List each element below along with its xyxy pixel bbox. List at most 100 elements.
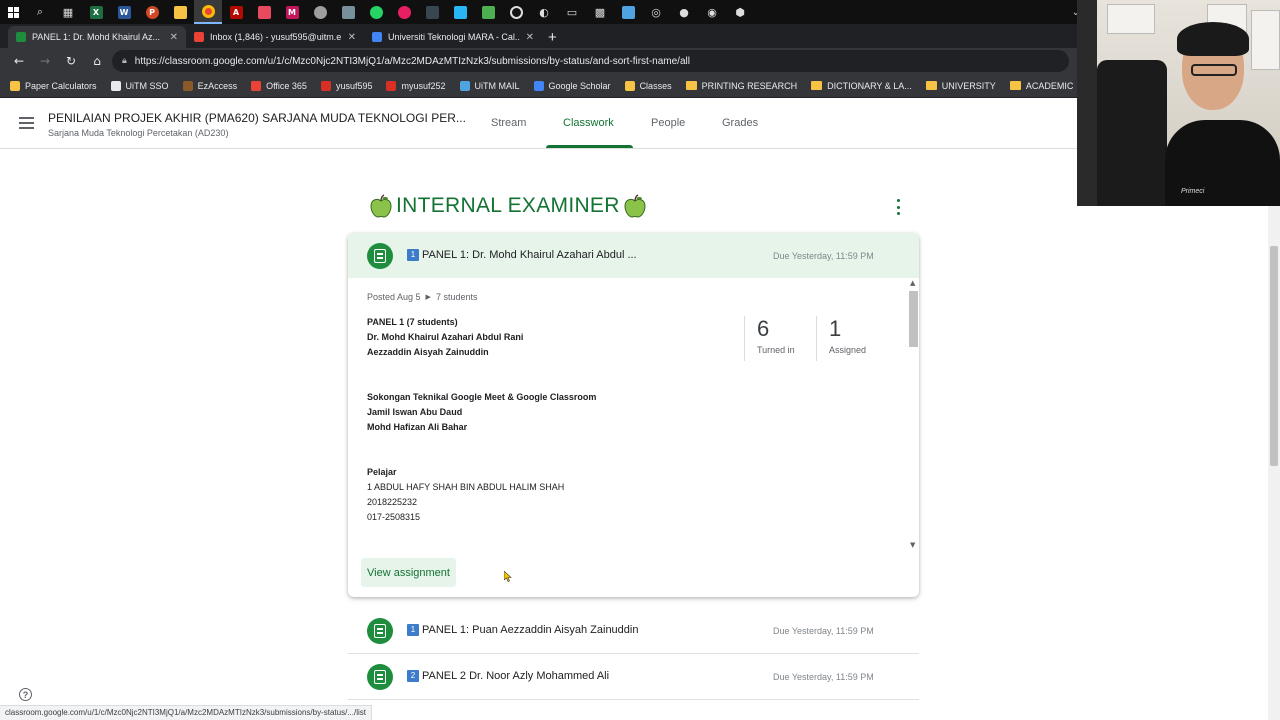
number-badge: 2 — [407, 670, 419, 682]
scroll-down-icon[interactable]: ▼ — [910, 541, 915, 549]
new-tab-button[interactable]: + — [548, 29, 557, 46]
mouse-cursor-icon — [504, 571, 512, 582]
app-icon-2[interactable]: M — [278, 0, 306, 24]
tab-people[interactable]: People — [651, 117, 685, 129]
bookmark-item[interactable]: EzAccess — [182, 80, 237, 91]
bookmark-label: myusuf252 — [401, 80, 446, 91]
excel-icon[interactable]: X — [82, 0, 110, 24]
browser-tab-classroom[interactable]: PANEL 1: Dr. Mohd Khairul Az... ✕ — [8, 26, 186, 48]
app-icon-5[interactable] — [390, 0, 418, 24]
tab-stream[interactable]: Stream — [491, 117, 526, 129]
topic-more-options-icon[interactable] — [894, 199, 902, 215]
assignment-row[interactable]: 1 PANEL 1: Puan Aezzaddin Aisyah Zainuddi… — [348, 608, 919, 654]
app-icon-9[interactable]: ◐ — [530, 0, 558, 24]
scroll-up-icon[interactable]: ▲ — [910, 279, 915, 287]
assignment-title[interactable]: 2 PANEL 2 Dr. Noor Azly Mohammed Ali — [407, 670, 609, 682]
page-scrollbar[interactable] — [1268, 206, 1280, 720]
browser-tab-strip: PANEL 1: Dr. Mohd Khairul Az... ✕ Inbox … — [0, 24, 1077, 48]
bookmark-item[interactable]: yusuf595 — [320, 80, 372, 91]
app-icon-3[interactable] — [306, 0, 334, 24]
close-tab-icon[interactable]: ✕ — [526, 32, 534, 43]
bookmark-item[interactable]: UiTM SSO — [110, 80, 169, 91]
tab-grades[interactable]: Grades — [722, 117, 758, 129]
back-arrow-icon[interactable]: ← — [8, 50, 30, 72]
powerpoint-icon[interactable]: P — [138, 0, 166, 24]
record-icon[interactable] — [502, 0, 530, 24]
assignment-icon — [367, 664, 393, 690]
turned-in-stat[interactable]: 6 Turned in — [744, 316, 816, 361]
app-icon-4[interactable] — [334, 0, 362, 24]
app-icon-10[interactable]: ▩ — [586, 0, 614, 24]
chat-icon[interactable] — [614, 0, 642, 24]
green-apple-icon — [624, 194, 646, 218]
bookmark-item[interactable]: Classes — [624, 80, 672, 91]
task-view-icon[interactable]: ▦ — [54, 0, 82, 24]
assignment-card-expanded: 1 PANEL 1: Dr. Mohd Khairul Azahari Abdul… — [348, 233, 919, 597]
acrobat-icon[interactable]: A — [222, 0, 250, 24]
browser-tab-gmail[interactable]: Inbox (1,846) - yusuf595@uitm.e... ✕ — [186, 26, 364, 48]
turned-in-label: Turned in — [757, 345, 795, 355]
number-badge: 1 — [407, 249, 419, 261]
bookmark-item[interactable]: DICTIONARY & LA... — [811, 81, 912, 91]
tab-classwork[interactable]: Classwork — [563, 117, 614, 129]
close-tab-icon[interactable]: ✕ — [170, 32, 178, 43]
bookmark-label: DICTIONARY & LA... — [827, 80, 912, 91]
monitor-icon[interactable]: ▭ — [558, 0, 586, 24]
presenter-glasses — [1191, 64, 1237, 76]
reload-icon[interactable]: ↻ — [60, 50, 82, 72]
windows-start-button[interactable] — [0, 0, 26, 24]
address-bar[interactable]: 🔒︎ https://classroom.google.com/u/1/c/Mz… — [112, 50, 1069, 72]
file-explorer-icon[interactable] — [166, 0, 194, 24]
app-icon-7[interactable] — [446, 0, 474, 24]
assignment-title[interactable]: 1 PANEL 1: Puan Aezzaddin Aisyah Zainuddi… — [407, 624, 638, 636]
turned-in-count: 6 — [757, 316, 770, 341]
bookmark-item[interactable]: PRINTING RESEARCH — [685, 81, 797, 91]
assigned-stat[interactable]: 1 Assigned — [816, 316, 888, 361]
hamburger-menu-icon[interactable] — [19, 117, 34, 129]
bookmark-item[interactable]: Paper Calculators — [10, 80, 97, 91]
close-tab-icon[interactable]: ✕ — [348, 32, 356, 43]
view-assignment-button[interactable]: View assignment — [361, 558, 456, 587]
calendar-favicon-icon — [372, 32, 382, 42]
wall-poster — [1107, 4, 1155, 34]
app-icon-13[interactable]: ⬢ — [726, 0, 754, 24]
desc-student-entry: 1 ABDUL HAFY SHAH BIN ABDUL HALIM SHAH 2… — [367, 482, 565, 522]
bookmark-item[interactable]: ACADEMIC — [1009, 81, 1073, 91]
bookmark-item[interactable]: Google Scholar — [533, 80, 611, 91]
home-icon[interactable]: ⌂ — [86, 50, 108, 72]
assignment-row[interactable]: 2 PANEL 2 Dr. Noor Azly Mohammed Ali Due … — [348, 654, 919, 700]
app-icon-1[interactable] — [250, 0, 278, 24]
assignment-title[interactable]: 1 PANEL 1: Dr. Mohd Khairul Azahari Abdul… — [407, 249, 637, 261]
help-icon[interactable]: ? — [19, 688, 32, 701]
bookmark-favicon-icon — [251, 80, 262, 91]
forward-arrow-icon[interactable]: → — [34, 50, 56, 72]
app-icon-8[interactable] — [474, 0, 502, 24]
class-title[interactable]: PENILAIAN PROJEK AKHIR (PMA620) SARJANA … — [48, 111, 466, 125]
app-icon-6[interactable] — [418, 0, 446, 24]
browser-tab-calendar[interactable]: Universiti Teknologi MARA - Cal... ✕ — [364, 26, 542, 48]
scrollbar-thumb[interactable] — [909, 291, 918, 347]
app-icon-11[interactable]: ◎ — [642, 0, 670, 24]
bookmark-item[interactable]: Office 365 — [251, 80, 307, 91]
screen: ⌕ ▦ X W P A M ◐ ▭ ▩ ◎ ● ◉ ⬢ ⌄ PANEL 1: D… — [0, 0, 1280, 720]
due-date: Due Yesterday, 11:59 PM — [773, 251, 874, 261]
assigned-count: 1 — [829, 316, 842, 341]
search-icon[interactable]: ⌕ — [26, 0, 54, 24]
app-icon-12[interactable]: ◉ — [698, 0, 726, 24]
assignment-header[interactable]: 1 PANEL 1: Dr. Mohd Khairul Azahari Abdul… — [348, 233, 919, 278]
description-scrollbar[interactable]: ▲ ▼ — [908, 279, 919, 549]
bookmark-favicon-icon — [182, 80, 193, 91]
folder-icon — [925, 81, 937, 90]
word-icon[interactable]: W — [110, 0, 138, 24]
bookmark-item[interactable]: myusuf252 — [386, 80, 446, 91]
classroom-header: PENILAIAN PROJEK AKHIR (PMA620) SARJANA … — [0, 98, 1077, 149]
caret-right-icon: ▶ — [425, 294, 431, 301]
map-pin-icon[interactable]: ● — [670, 0, 698, 24]
bookmark-item[interactable]: UNIVERSITY — [925, 81, 996, 91]
link-status-bar: classroom.google.com/u/1/c/Mzc0Njc2NTI3M… — [0, 705, 372, 720]
whatsapp-icon[interactable] — [362, 0, 390, 24]
bookmark-item[interactable]: UiTM MAIL — [459, 80, 520, 91]
chrome-icon[interactable] — [194, 0, 222, 24]
page-scrollbar-thumb[interactable] — [1270, 246, 1278, 466]
assigned-label: Assigned — [829, 345, 867, 355]
